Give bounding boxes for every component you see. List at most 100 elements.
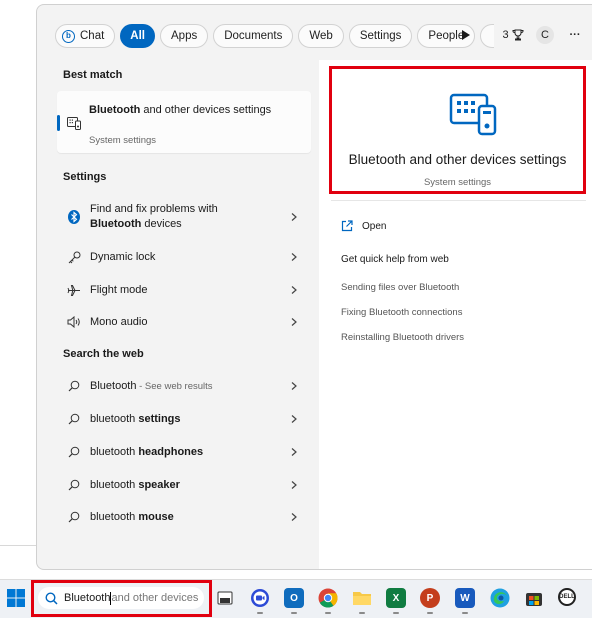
help-link-sending-files[interactable]: Sending files over Bluetooth (341, 282, 459, 293)
settings-item-label: Mono audio (90, 315, 148, 328)
web-result-bluetooth-mouse[interactable]: bluetooth mouse (57, 503, 311, 531)
tab-documents[interactable]: Documents (213, 24, 294, 48)
running-indicator (257, 612, 263, 614)
outlook-icon[interactable]: O (284, 588, 304, 608)
chevron-right-icon[interactable] (291, 213, 297, 222)
speaker-icon (67, 315, 81, 329)
zoom-icon[interactable] (250, 588, 270, 608)
running-indicator (291, 612, 297, 614)
best-match-title-bold: Bluetooth (89, 104, 141, 116)
web-result-bluetooth-settings[interactable]: bluetooth settings (57, 405, 311, 433)
web-result-text: Bluetooth (90, 379, 137, 392)
preview-pane: Bluetooth and other devices settings Sys… (319, 60, 592, 569)
taskbar-search-box[interactable]: Bluetooth and other devices (31, 580, 212, 617)
help-link-fixing-connections[interactable]: Fixing Bluetooth connections (341, 307, 462, 318)
best-match-heading: Best match (63, 69, 123, 81)
play-more-filters-icon[interactable] (457, 23, 475, 47)
start-icon[interactable] (6, 588, 26, 608)
tab-web[interactable]: Web (298, 24, 344, 48)
file-explorer-icon[interactable] (352, 588, 372, 608)
powerpoint-icon[interactable]: P (420, 588, 440, 608)
trophy-icon (512, 29, 524, 41)
preview-card[interactable]: Bluetooth and other devices settings Sys… (329, 66, 586, 194)
chevron-right-icon[interactable] (291, 481, 297, 490)
tab-chat[interactable]: b Chat (55, 24, 116, 48)
web-result-text: bluetooth (90, 510, 139, 523)
chevron-right-icon[interactable] (291, 382, 297, 391)
desktop-divider (0, 545, 36, 546)
best-match-item[interactable]: Bluetooth and other devices settings Sys… (57, 91, 311, 153)
tab-overflow-edge[interactable] (480, 24, 495, 48)
web-result-bluetooth-headphones[interactable]: bluetooth headphones (57, 438, 311, 466)
web-result-label: Bluetooth - See web results (90, 379, 311, 394)
rewards-count: 3 (502, 29, 509, 41)
tab-documents-label: Documents (224, 30, 283, 42)
store-icon[interactable] (524, 588, 544, 608)
tab-chat-label: Chat (80, 30, 105, 42)
search-autocomplete-hint: and other devices (111, 592, 199, 604)
search-icon (67, 412, 81, 426)
best-match-title-rest: and other devices settings (140, 104, 272, 116)
web-result-bluetooth[interactable]: Bluetooth - See web results (57, 372, 311, 400)
tab-all[interactable]: All (120, 24, 155, 48)
tab-settings[interactable]: Settings (348, 24, 413, 48)
key-icon (67, 250, 81, 264)
open-action[interactable]: Open (341, 220, 386, 232)
preview-title: Bluetooth and other devices settings (348, 152, 567, 167)
settings-item-text: Find and fix problems with (90, 203, 218, 215)
edge-icon[interactable] (490, 588, 510, 608)
search-icon (67, 445, 81, 459)
settings-item-flight-mode[interactable]: Flight mode (57, 276, 311, 304)
web-result-text-bold: headphones (138, 445, 204, 458)
settings-item-text-bold: Bluetooth (90, 218, 142, 230)
web-result-text-bold: speaker (138, 478, 180, 491)
settings-item-mono-audio[interactable]: Mono audio (57, 308, 311, 336)
search-icon (45, 591, 58, 605)
filter-bar: b Chat All Apps Documents Web Settings P… (55, 23, 499, 49)
running-indicator (393, 612, 399, 614)
web-result-text-bold: mouse (138, 510, 174, 523)
tab-settings-label: Settings (359, 30, 402, 42)
open-label: Open (362, 220, 387, 232)
chevron-right-icon[interactable] (291, 253, 297, 262)
tab-apps-label: Apps (171, 30, 198, 42)
excel-icon[interactable]: X (386, 588, 406, 608)
chrome-icon[interactable] (318, 588, 338, 608)
airplane-icon (67, 283, 81, 297)
search-icon (67, 510, 81, 524)
web-result-bluetooth-speaker[interactable]: bluetooth speaker (57, 471, 311, 499)
web-result-text: bluetooth (90, 478, 139, 491)
settings-item-text-end: devices (141, 218, 182, 230)
help-link-reinstalling-drivers[interactable]: Reinstalling Bluetooth drivers (341, 332, 464, 343)
chevron-right-icon[interactable] (291, 415, 297, 424)
avatar[interactable]: C (536, 26, 554, 44)
running-indicator (325, 612, 331, 614)
running-indicator (359, 612, 365, 614)
avatar-initial: C (541, 29, 549, 41)
tab-apps[interactable]: Apps (160, 24, 209, 48)
running-indicator (462, 612, 468, 614)
open-external-icon (341, 220, 353, 232)
chevron-right-icon[interactable] (291, 513, 297, 522)
best-match-subtitle: System settings (89, 135, 157, 146)
search-input[interactable]: Bluetooth and other devices (38, 587, 204, 609)
rewards-points[interactable]: 3 (499, 23, 527, 47)
tab-web-label: Web (309, 30, 333, 42)
running-indicator (427, 612, 433, 614)
search-icon (67, 478, 81, 492)
more-options-button[interactable]: ··· (565, 23, 585, 47)
chevron-right-icon[interactable] (291, 286, 297, 295)
bing-chat-icon: b (62, 29, 75, 43)
chevron-right-icon[interactable] (291, 448, 297, 457)
web-result-label: bluetooth headphones (90, 445, 311, 460)
word-icon[interactable]: W (455, 588, 475, 608)
best-match-title: Bluetooth and other devices settings (89, 103, 299, 118)
settings-item-dynamic-lock[interactable]: Dynamic lock (57, 243, 311, 271)
task-view-icon[interactable] (215, 588, 235, 608)
dell-icon[interactable]: DELL (558, 588, 576, 606)
chevron-right-icon[interactable] (291, 318, 297, 327)
devices-settings-large-icon (449, 93, 497, 136)
settings-item-troubleshoot-bluetooth[interactable]: Find and fix problems with Bluetooth dev… (57, 200, 311, 234)
web-result-label: bluetooth settings (90, 412, 311, 427)
selection-indicator (57, 115, 60, 131)
